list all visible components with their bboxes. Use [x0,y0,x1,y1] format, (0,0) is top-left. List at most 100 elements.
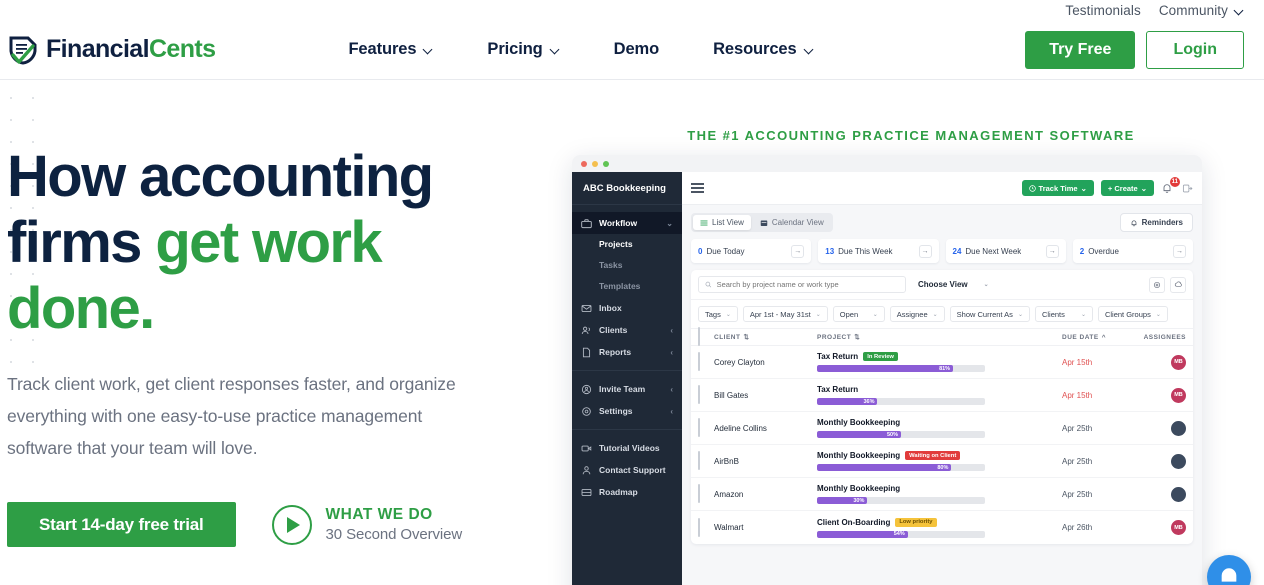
row-checkbox[interactable] [698,418,700,437]
settings-gear-button[interactable] [1149,276,1165,293]
filter-client-groups[interactable]: Client Groups ⌄ [1097,306,1168,322]
select-all-checkbox[interactable] [698,327,700,346]
search-input-wrapper[interactable] [698,276,906,293]
row-checkbox[interactable] [698,517,700,537]
nav-item-pricing[interactable]: Pricing [460,40,586,59]
header-actions: Try Free Login [1025,30,1264,69]
calendar-icon [760,220,768,226]
filter-show-current-as[interactable]: Show Current As ⌄ [949,306,1030,322]
avatar[interactable] [1171,453,1186,469]
start-free-trial-button[interactable]: Start 14-day free trial [7,502,236,547]
cell-project: Monthly Bookkeeping 30% [817,484,1062,504]
sidebar-item-roadmap[interactable]: Roadmap [572,481,682,503]
sidebar-item-invite-team[interactable]: Invite Team ‹ [572,378,682,400]
tab-calendar-view[interactable]: Calendar View [753,215,831,230]
sidebar-item-workflow[interactable]: Workflow ⌄ [572,212,682,234]
avatar[interactable] [1171,486,1186,502]
tab-list-view[interactable]: List View [693,215,751,230]
cell-project: Monthly Bookkeeping Waiting on Client 80… [817,451,1062,471]
sidebar-item-tasks[interactable]: Tasks [572,255,682,276]
window-minimize-dot [592,160,598,167]
sidebar-item-reports-label: Reports [599,347,632,357]
watch-video-cta[interactable]: WHAT WE DO 30 Second Overview [271,504,462,545]
row-checkbox[interactable] [698,484,700,503]
sidebar-item-inbox[interactable]: Inbox [572,297,682,319]
app-content: List View Calendar View Reminders 0 Due … [682,205,1202,585]
download-cloud-button[interactable] [1170,276,1186,293]
chevron-down-icon [424,45,433,54]
chevron-left-icon: ‹ [670,347,673,357]
avatar[interactable]: MB [1171,354,1186,370]
avatar[interactable] [1171,420,1186,436]
chat-widget-button[interactable] [1207,555,1251,585]
logout-icon[interactable] [1182,183,1193,194]
sidebar-item-projects[interactable]: Projects [572,234,682,255]
utility-link-testimonials[interactable]: Testimonials [1065,3,1140,18]
utility-link-community[interactable]: Community [1159,3,1244,18]
progress-label: 81% [939,365,951,372]
chevron-left-icon: ‹ [670,384,673,394]
chevron-down-icon: ⌄ [1017,311,1023,318]
filter-clients-label: Clients [1041,309,1065,319]
column-header-client[interactable]: CLIENT ⇅ [714,333,817,342]
login-button[interactable]: Login [1146,30,1244,69]
reminders-button[interactable]: Reminders [1119,213,1193,232]
chevron-down-icon: ⌄ [1155,311,1161,318]
column-header-project[interactable]: PROJECT ⇅ [817,333,1062,342]
filter-assignee[interactable]: Assignee ⌄ [889,306,945,322]
briefcase-icon [581,218,592,228]
table-row[interactable]: AirBnB Monthly Bookkeeping Waiting on Cl… [691,445,1193,478]
chevron-down-icon: ⌄ [1140,183,1147,193]
filter-date-range[interactable]: Apr 1st - May 31st ⌄ [742,306,828,322]
table-row[interactable]: Bill Gates Tax Return 36% Apr 15th MB [691,379,1193,412]
notifications-button[interactable]: 11 [1161,176,1180,196]
sidebar-item-templates[interactable]: Templates [572,276,682,297]
choose-view-dropdown[interactable]: Choose View ⌄ [912,280,995,289]
project-name: Monthly Bookkeeping [817,418,901,427]
sidebar-item-reports[interactable]: Reports ‹ [572,341,682,363]
cell-due-date: Apr 25th [1062,423,1093,433]
stat-card-overdue[interactable]: 2 Overdue → [1072,239,1193,263]
table-row[interactable]: Corey Clayton Tax Return In Review 81% A… [691,346,1193,379]
table-row[interactable]: Walmart Client On-Boarding Low priority … [691,511,1193,544]
hamburger-icon[interactable] [691,182,704,194]
stat-label: Overdue [1088,246,1119,256]
filter-clients[interactable]: Clients ⌄ [1034,306,1093,322]
table-row[interactable]: Adeline Collins Monthly Bookkeeping 50% [691,412,1193,445]
row-checkbox[interactable] [698,385,700,404]
reminders-label: Reminders [1141,218,1183,227]
sidebar-item-settings[interactable]: Settings ‹ [572,400,682,422]
nav-item-features[interactable]: Features [321,40,460,59]
video-icon [581,445,592,451]
table-row[interactable]: Amazon Monthly Bookkeeping 30% Apr 25th [691,478,1193,511]
nav-item-demo[interactable]: Demo [587,40,686,59]
sidebar-item-tutorial-videos[interactable]: Tutorial Videos [572,437,682,459]
cell-project: Client On-Boarding Low priority 54% [817,517,1062,538]
app-workspace-name: ABC Bookkeeping [572,172,682,205]
brand-logo[interactable]: FinancialCents [0,35,216,65]
try-free-button[interactable]: Try Free [1025,30,1136,69]
stat-card-due-today[interactable]: 0 Due Today → [691,239,812,263]
filter-tags[interactable]: Tags ⌄ [698,306,738,322]
stat-cards-row: 0 Due Today → 13 Due This Week → 24 Due … [691,239,1193,263]
cell-client: Adeline Collins [714,423,767,433]
column-header-due-date[interactable]: DUE DATE ^ [1062,334,1136,341]
track-time-label: Track Time [1038,183,1078,193]
create-button[interactable]: + Create ⌄ [1100,180,1154,196]
row-checkbox[interactable] [698,352,700,371]
filter-status[interactable]: Open ⌄ [832,306,885,322]
progress-label: 54% [893,531,905,537]
track-time-button[interactable]: Track Time ⌄ [1021,180,1094,196]
view-tabs-row: List View Calendar View Reminders [691,213,1193,232]
avatar[interactable]: MB [1171,387,1186,403]
nav-item-resources[interactable]: Resources [686,40,840,59]
search-input[interactable] [716,280,899,289]
row-checkbox[interactable] [698,451,700,470]
sidebar-item-clients[interactable]: Clients ‹ [572,319,682,341]
avatar[interactable]: MB [1171,520,1186,535]
filter-status-label: Open [839,309,859,319]
sidebar-item-contact-support[interactable]: Contact Support [572,459,682,481]
stat-card-due-next-week[interactable]: 24 Due Next Week → [945,239,1066,263]
main-navigation: Features Pricing Demo Resources [321,40,840,59]
stat-card-due-this-week[interactable]: 13 Due This Week → [818,239,939,263]
